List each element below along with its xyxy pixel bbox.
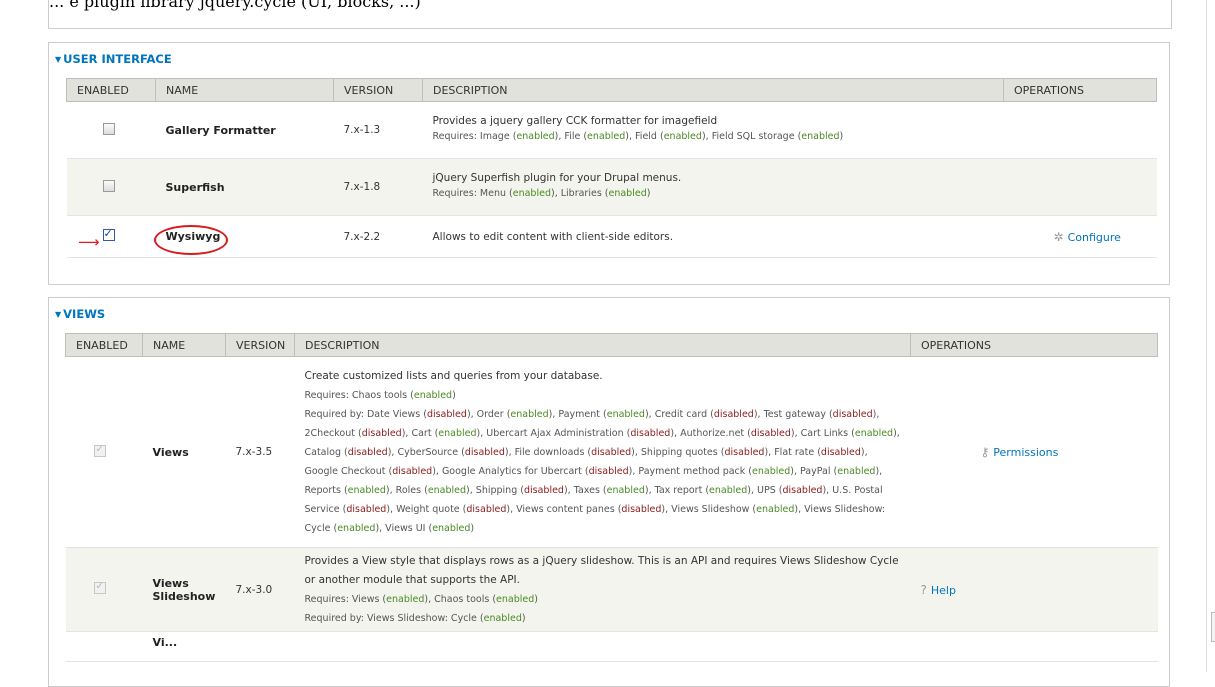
col-operations: OPERATIONS bbox=[1003, 78, 1157, 102]
col-version: VERSION bbox=[225, 333, 295, 357]
enable-checkbox bbox=[93, 444, 106, 457]
col-enabled: ENABLED bbox=[65, 333, 143, 357]
col-description: DESCRIPTION bbox=[294, 333, 911, 357]
module-description: jQuery Superfish plugin for your Drupal … bbox=[432, 171, 682, 184]
permissions-link[interactable]: Permissions bbox=[993, 446, 1058, 459]
module-name: Views Slideshow bbox=[152, 576, 216, 603]
module-description: Provides a jquery gallery CCK formatter … bbox=[432, 114, 718, 127]
module-name: Superfish bbox=[165, 180, 225, 194]
table-row: Wysiwyg 7.x-2.2 Allows to edit content w… bbox=[66, 215, 1157, 258]
enable-checkbox bbox=[93, 581, 106, 594]
col-operations: OPERATIONS bbox=[910, 333, 1158, 357]
table-row: Views Slideshow 7.x-3.0 Provides a View … bbox=[65, 547, 1158, 632]
table-row: Vi... bbox=[65, 631, 1158, 662]
module-version: 7.x-2.2 bbox=[333, 215, 423, 258]
annotation-arrow-icon: ⟶ bbox=[78, 233, 100, 251]
col-enabled: ENABLED bbox=[66, 78, 156, 102]
views-fieldset: ▼ VIEWS ENABLED NAME VERSION DESCRIPTION … bbox=[48, 297, 1170, 687]
module-version: 7.x-3.0 bbox=[225, 547, 295, 632]
table-row: Gallery Formatter 7.x-1.3 Provides a jqu… bbox=[66, 101, 1157, 159]
table-row: Superfish 7.x-1.8 jQuery Superfish plugi… bbox=[66, 158, 1157, 216]
user-interface-table: ENABLED NAME VERSION DESCRIPTION OPERATI… bbox=[66, 78, 1157, 258]
module-description: Create customized lists and queries from… bbox=[304, 369, 603, 382]
requires-line: Requires: Views (enabled), Chaos tools (… bbox=[304, 593, 539, 605]
enable-checkbox[interactable] bbox=[102, 227, 115, 241]
legend-label: VIEWS bbox=[63, 307, 106, 321]
collapse-triangle-icon: ▼ bbox=[55, 55, 62, 64]
module-name: Views bbox=[152, 445, 189, 459]
col-description: DESCRIPTION bbox=[422, 78, 1004, 102]
help-icon: ? bbox=[920, 582, 927, 597]
module-description: Provides a View style that displays rows… bbox=[304, 554, 899, 586]
cutoff-text: ... e plugin library jquery.cycle (UI, b… bbox=[49, 0, 421, 11]
module-version: 7.x-1.3 bbox=[333, 101, 423, 159]
required-by-line: Required by: Views Slideshow: Cycle (ena… bbox=[304, 612, 526, 624]
requires-line: Requires: Image (enabled), File (enabled… bbox=[432, 130, 844, 142]
views-legend[interactable]: ▼ VIEWS bbox=[55, 307, 105, 321]
key-icon: ⚷ bbox=[980, 445, 990, 459]
views-table: ENABLED NAME VERSION DESCRIPTION OPERATI… bbox=[65, 333, 1158, 662]
module-version: 7.x-3.5 bbox=[225, 356, 295, 548]
col-name: NAME bbox=[155, 78, 334, 102]
module-description: Allows to edit content with client-side … bbox=[432, 230, 674, 243]
enable-checkbox[interactable] bbox=[102, 122, 115, 135]
user-interface-legend[interactable]: ▼ USER INTERFACE bbox=[55, 52, 172, 66]
module-name: Vi... bbox=[152, 636, 178, 649]
col-version: VERSION bbox=[333, 78, 423, 102]
previous-fieldset-bottom: ... e plugin library jquery.cycle (UI, b… bbox=[48, 0, 1172, 29]
required-by-line: Required by: Date Views (disabled), Orde… bbox=[304, 408, 900, 534]
module-version: 7.x-1.8 bbox=[333, 158, 423, 216]
scrollbar[interactable] bbox=[1206, 0, 1215, 672]
col-name: NAME bbox=[142, 333, 226, 357]
requires-line: Requires: Chaos tools (enabled) bbox=[304, 389, 456, 401]
annotation-circle bbox=[154, 225, 228, 255]
gear-icon: ✲ bbox=[1053, 229, 1064, 244]
collapse-triangle-icon: ▼ bbox=[55, 310, 62, 319]
requires-line: Requires: Menu (enabled), Libraries (ena… bbox=[432, 187, 651, 199]
table-row: Views 7.x-3.5 Create customized lists an… bbox=[65, 356, 1158, 548]
module-name: Gallery Formatter bbox=[165, 123, 276, 137]
help-link[interactable]: Help bbox=[931, 584, 956, 597]
legend-label: USER INTERFACE bbox=[63, 52, 172, 66]
scrollbar-thumb[interactable] bbox=[1211, 612, 1215, 642]
configure-link[interactable]: Configure bbox=[1068, 231, 1121, 244]
enable-checkbox[interactable] bbox=[102, 179, 115, 192]
